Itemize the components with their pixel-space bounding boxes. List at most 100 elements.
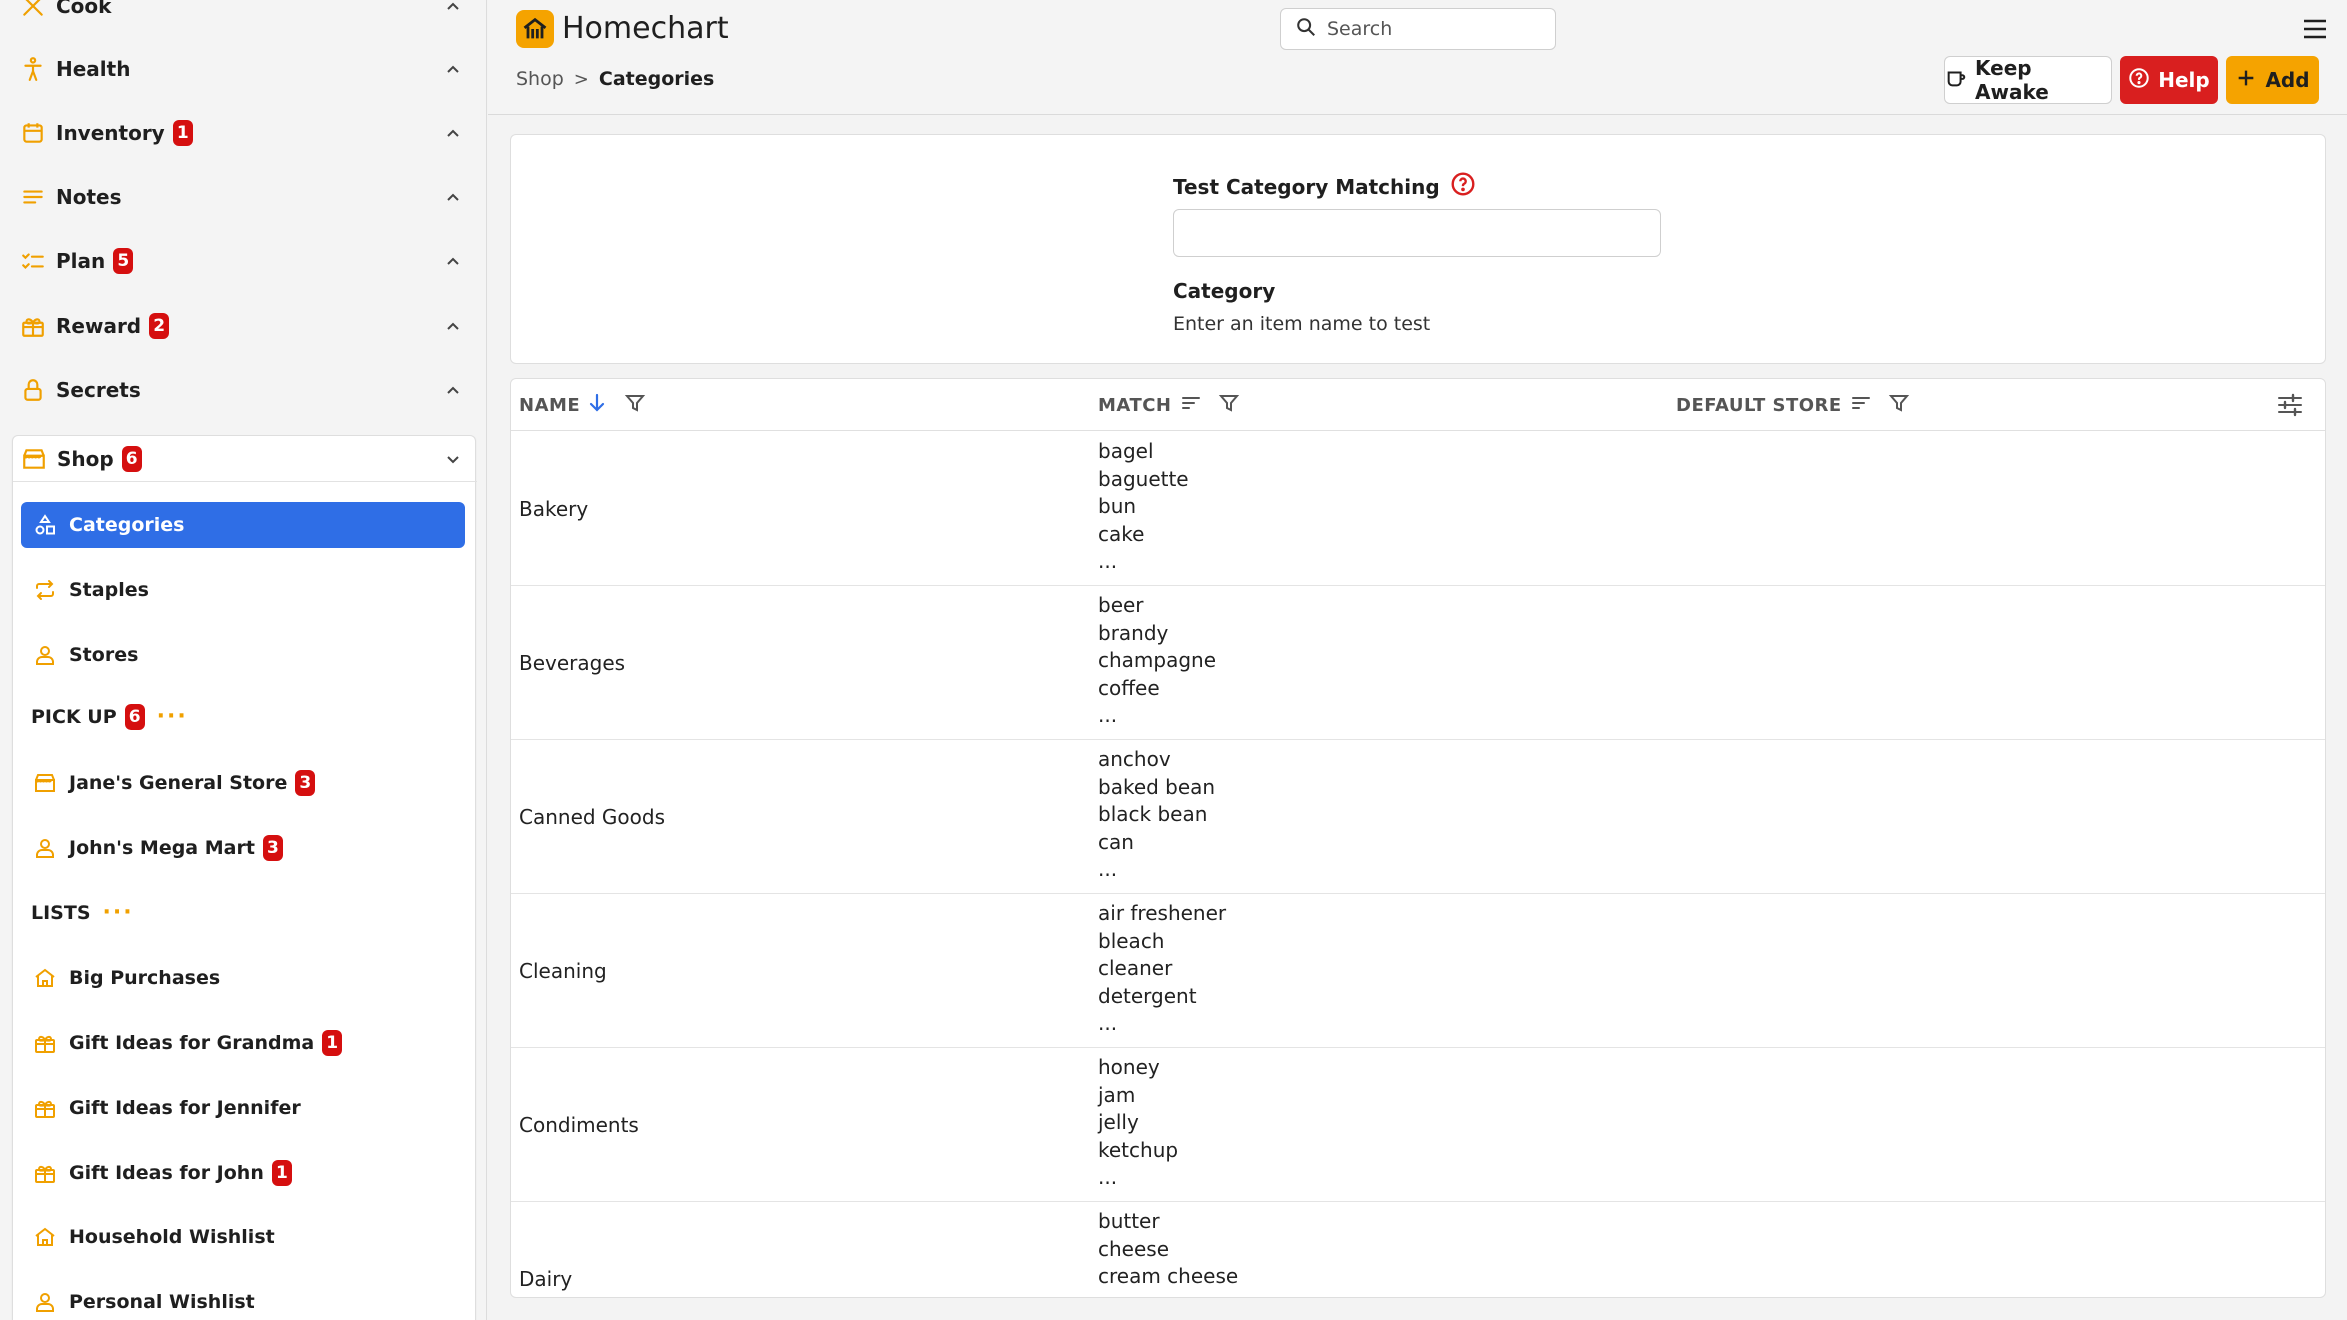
sidebar: Cook Health Inventory 1 Notes Plan 5 Rew… bbox=[0, 0, 487, 1320]
chevron-up-icon[interactable] bbox=[443, 0, 463, 16]
house-icon bbox=[33, 1225, 57, 1249]
category-match-list: butter cheese cream cheese ... bbox=[1098, 1209, 1239, 1297]
badge-count: 5 bbox=[113, 248, 134, 274]
sort-icon[interactable] bbox=[1174, 392, 1202, 419]
badge-count: 6 bbox=[121, 445, 142, 472]
sidebar-item-inventory[interactable]: Inventory 1 bbox=[0, 103, 486, 163]
table-row[interactable]: Dairy butter cheese cream cheese ... bbox=[511, 1202, 2325, 1297]
category-match-list: anchov baked bean black bean can ... bbox=[1098, 747, 1216, 881]
person-icon bbox=[33, 1290, 57, 1314]
sort-icon[interactable] bbox=[1844, 392, 1872, 419]
sidebar-item-shop[interactable]: Shop 6 bbox=[13, 436, 477, 482]
chevron-up-icon[interactable] bbox=[443, 59, 463, 79]
plan-icon bbox=[20, 248, 46, 274]
categories-icon bbox=[33, 513, 57, 537]
add-button[interactable]: Add bbox=[2226, 56, 2319, 104]
hamburger-menu-icon[interactable] bbox=[2301, 16, 2329, 42]
category-match-list: honey jam jelly ketchup ... bbox=[1098, 1055, 1179, 1189]
person-icon bbox=[33, 836, 57, 860]
person-icon bbox=[33, 643, 57, 667]
column-default-store[interactable]: DEFAULT STORE bbox=[1676, 379, 1910, 431]
filter-icon[interactable] bbox=[1212, 392, 1240, 419]
search-icon bbox=[1295, 16, 1327, 42]
shop-panel: Shop 6 Categories Staples Stores PICK UP… bbox=[12, 435, 477, 1320]
sidebar-item-categories[interactable]: Categories bbox=[21, 502, 465, 548]
badge-count: 3 bbox=[295, 770, 316, 796]
table-row[interactable]: Canned Goods anchov baked bean black bea… bbox=[511, 740, 2325, 894]
table-row[interactable]: Cleaning air freshener bleach cleaner de… bbox=[511, 894, 2325, 1048]
search-box[interactable] bbox=[1280, 8, 1556, 50]
chevron-up-icon[interactable] bbox=[443, 123, 463, 143]
badge-count: 1 bbox=[271, 1160, 292, 1186]
filter-icon[interactable] bbox=[1882, 392, 1910, 419]
chevron-up-icon[interactable] bbox=[443, 251, 463, 271]
gift-icon bbox=[33, 1161, 57, 1185]
category-name: Beverages bbox=[519, 651, 626, 675]
chevron-up-icon[interactable] bbox=[443, 187, 463, 207]
sidebar-item-janes-general-store[interactable]: Jane's General Store 3 bbox=[21, 760, 465, 806]
help-circle-icon bbox=[2128, 67, 2158, 94]
table-row[interactable]: Beverages beer brandy champagne coffee .… bbox=[511, 586, 2325, 740]
sidebar-item-household-wishlist[interactable]: Household Wishlist bbox=[21, 1214, 465, 1260]
sidebar-item-health[interactable]: Health bbox=[0, 39, 486, 99]
table-row[interactable]: Condiments honey jam jelly ketchup ... bbox=[511, 1048, 2325, 1202]
category-name: Canned Goods bbox=[519, 805, 666, 829]
badge-count: 1 bbox=[322, 1030, 343, 1056]
sidebar-item-personal-wishlist[interactable]: Personal Wishlist bbox=[21, 1279, 465, 1320]
category-match-list: bagel baguette bun cake ... bbox=[1098, 439, 1189, 573]
sidebar-item-reward[interactable]: Reward 2 bbox=[0, 296, 486, 356]
repeat-icon bbox=[33, 578, 57, 602]
test-category-input[interactable] bbox=[1173, 209, 1661, 257]
keep-awake-button[interactable]: Keep Awake bbox=[1944, 56, 2112, 104]
search-input[interactable] bbox=[1327, 18, 1547, 40]
badge-count: 6 bbox=[124, 704, 145, 730]
category-name: Bakery bbox=[519, 497, 589, 521]
sidebar-item-plan[interactable]: Plan 5 bbox=[0, 231, 486, 291]
test-category-card: Test Category Matching Category Enter an… bbox=[510, 134, 2326, 364]
table-header: NAME MATCH DEFAULT STORE bbox=[511, 379, 2325, 431]
homechart-logo-icon[interactable] bbox=[516, 10, 554, 48]
app-title: Homechart bbox=[562, 11, 729, 46]
column-settings-icon[interactable] bbox=[2277, 393, 2303, 417]
category-name: Condiments bbox=[519, 1113, 639, 1137]
inventory-icon bbox=[20, 120, 46, 146]
sidebar-item-johns-mega-mart[interactable]: John's Mega Mart 3 bbox=[21, 825, 465, 871]
sidebar-item-gift-ideas-john[interactable]: Gift Ideas for John 1 bbox=[21, 1150, 465, 1196]
column-name[interactable]: NAME bbox=[519, 379, 646, 431]
sidebar-item-secrets[interactable]: Secrets bbox=[0, 360, 486, 420]
chevron-up-icon[interactable] bbox=[443, 380, 463, 400]
column-match[interactable]: MATCH bbox=[1098, 379, 1240, 431]
sidebar-item-big-purchases[interactable]: Big Purchases bbox=[21, 955, 465, 1001]
more-options-icon[interactable]: ··· bbox=[157, 706, 188, 728]
gift-icon bbox=[33, 1031, 57, 1055]
coffee-cup-icon bbox=[1945, 67, 1975, 94]
category-value: Enter an item name to test bbox=[1173, 313, 1431, 335]
categories-table: NAME MATCH DEFAULT STORE Bakery bagel ba… bbox=[510, 378, 2326, 1298]
sidebar-item-staples[interactable]: Staples bbox=[21, 567, 465, 613]
category-name: Cleaning bbox=[519, 959, 607, 983]
breadcrumb-shop[interactable]: Shop bbox=[516, 68, 564, 90]
breadcrumb: Shop > Categories bbox=[516, 68, 714, 90]
sidebar-item-gift-ideas-jennifer[interactable]: Gift Ideas for Jennifer bbox=[21, 1085, 465, 1131]
help-button[interactable]: Help bbox=[2120, 56, 2218, 104]
section-pick-up: PICK UP 6 ··· bbox=[31, 704, 188, 730]
chevron-down-icon[interactable] bbox=[443, 449, 463, 469]
reward-icon bbox=[20, 313, 46, 339]
health-icon bbox=[20, 56, 46, 82]
cook-icon bbox=[20, 0, 46, 19]
sidebar-item-gift-ideas-grandma[interactable]: Gift Ideas for Grandma 1 bbox=[21, 1020, 465, 1066]
chevron-up-icon[interactable] bbox=[443, 316, 463, 336]
more-options-icon[interactable]: ··· bbox=[103, 902, 134, 924]
test-category-label: Test Category Matching bbox=[1173, 171, 1476, 202]
category-title: Category bbox=[1173, 279, 1276, 303]
table-row[interactable]: Bakery bagel baguette bun cake ... bbox=[511, 432, 2325, 586]
badge-count: 3 bbox=[262, 835, 283, 861]
category-name: Dairy bbox=[519, 1267, 573, 1291]
sidebar-item-stores[interactable]: Stores bbox=[21, 632, 465, 678]
filter-icon[interactable] bbox=[618, 392, 646, 419]
sort-arrow-down-icon[interactable] bbox=[580, 392, 608, 419]
sidebar-item-notes[interactable]: Notes bbox=[0, 167, 486, 227]
help-circle-icon[interactable] bbox=[1440, 171, 1476, 202]
breadcrumb-separator: > bbox=[573, 68, 589, 90]
sidebar-item-cook[interactable]: Cook bbox=[0, 0, 486, 36]
